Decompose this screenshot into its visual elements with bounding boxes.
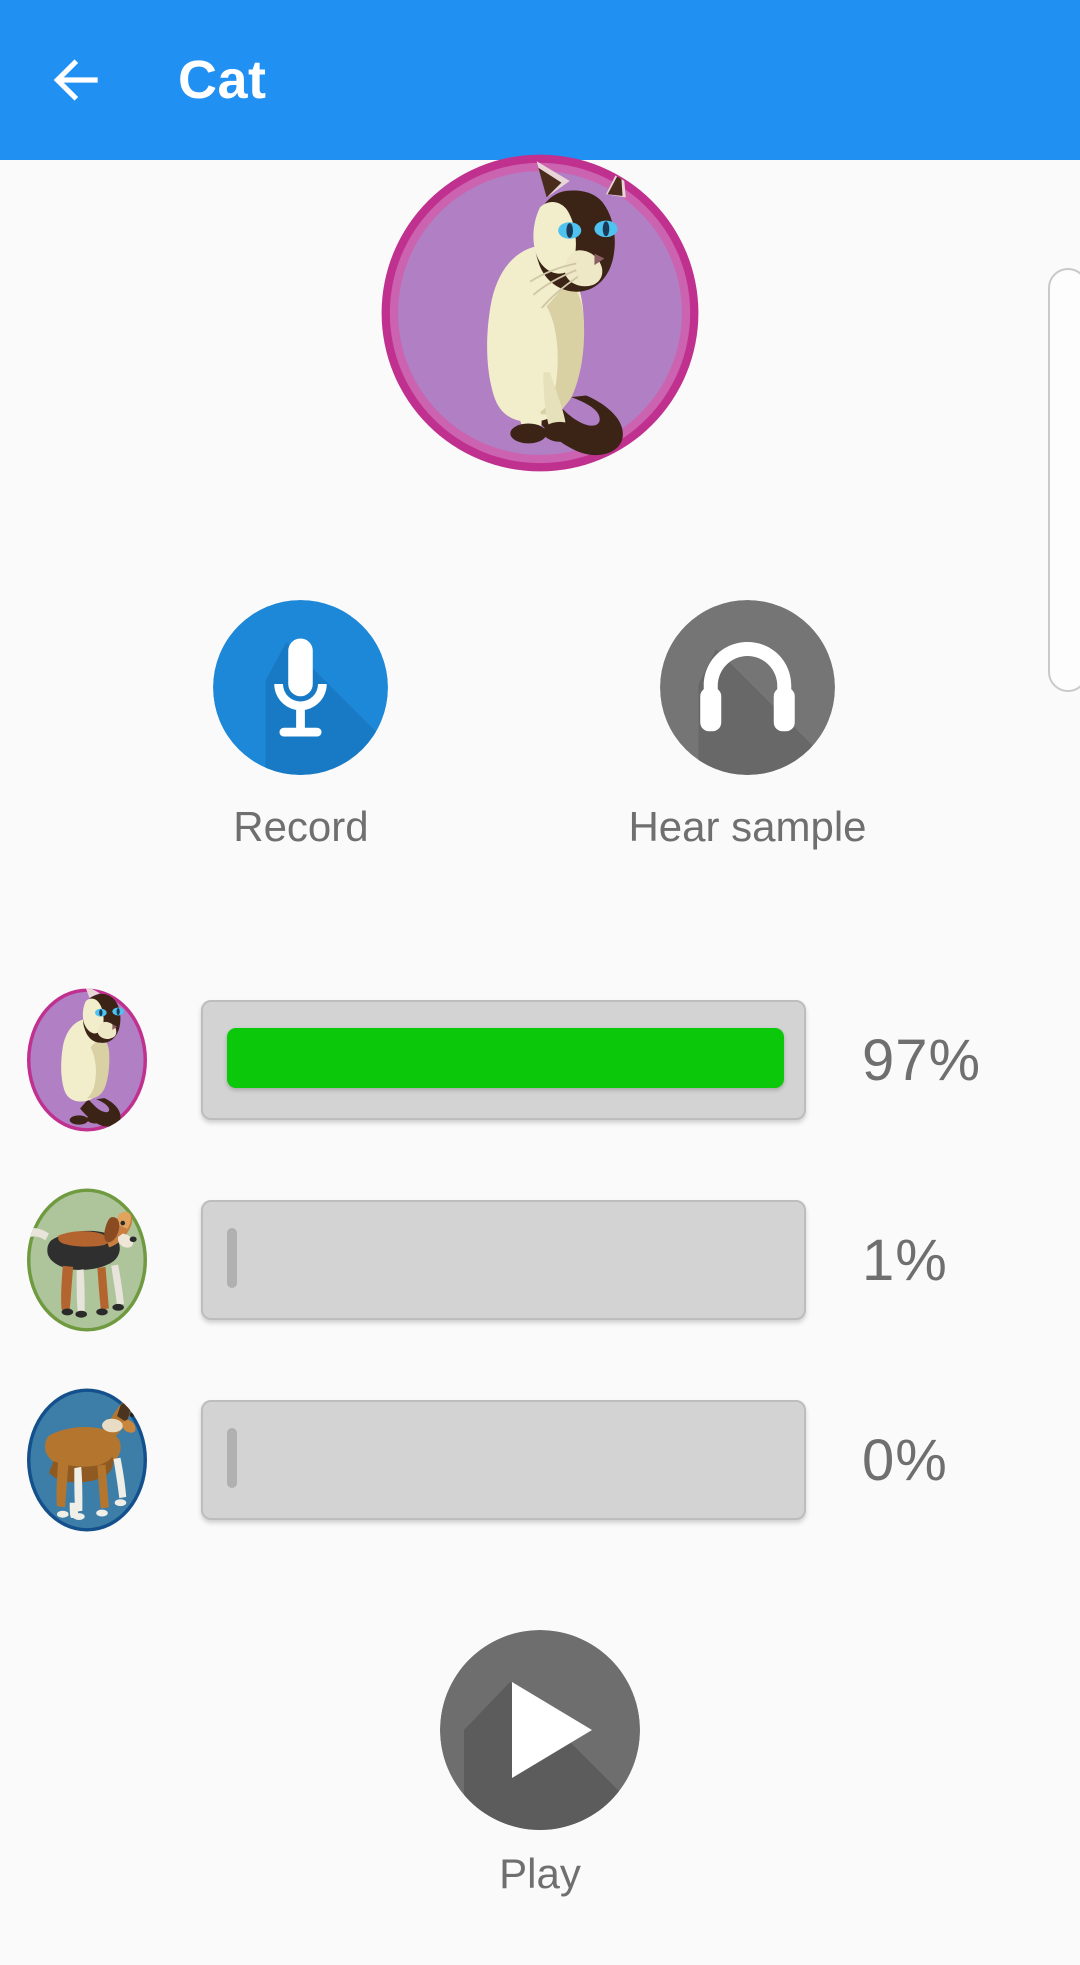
dog-avatar-icon <box>27 1188 147 1332</box>
back-button[interactable] <box>22 25 132 135</box>
record-label: Record <box>233 803 369 850</box>
progress-track-goat[interactable] <box>201 1400 806 1520</box>
play-triangle-icon <box>440 1630 640 1830</box>
app-bar: Cat <box>0 0 1080 160</box>
play-button[interactable] <box>440 1630 640 1830</box>
goat-avatar-icon <box>27 1388 147 1532</box>
table-row: 0% <box>0 1360 1080 1560</box>
hear-sample-button[interactable] <box>659 600 835 775</box>
progress-fill-cat <box>227 1028 784 1088</box>
hear-sample-action: Hear sample <box>628 600 867 851</box>
hear-sample-label: Hear sample <box>628 803 867 850</box>
record-button[interactable] <box>213 600 389 775</box>
page-title: Cat <box>178 50 267 110</box>
percent-label-goat: 0% <box>862 1427 948 1493</box>
cat-avatar-icon <box>381 154 699 472</box>
table-row: 97% <box>0 960 1080 1160</box>
row-avatar-dog[interactable] <box>22 1185 152 1335</box>
row-avatar-cat[interactable] <box>22 985 152 1135</box>
percent-label-dog: 1% <box>862 1227 948 1293</box>
action-buttons-row: Record Hear sample <box>0 600 1080 851</box>
play-action: Play <box>0 1630 1080 1898</box>
record-action: Record <box>213 600 389 851</box>
results-list: 97% 1% 0% <box>0 960 1080 1560</box>
hero-image-container <box>0 148 1080 478</box>
table-row: 1% <box>0 1160 1080 1360</box>
row-avatar-goat[interactable] <box>22 1385 152 1535</box>
progress-track-cat[interactable] <box>201 1000 806 1120</box>
arrow-left-icon <box>53 59 98 101</box>
headphones-icon <box>659 600 835 775</box>
app-screen: Cat Record Hear sample 97% 1% 0% Play <box>0 0 1080 1965</box>
play-label: Play <box>499 1850 581 1897</box>
cat-avatar-icon <box>27 988 147 1132</box>
progress-fill-dog <box>227 1228 237 1288</box>
progress-track-dog[interactable] <box>201 1200 806 1320</box>
percent-label-cat: 97% <box>862 1027 982 1093</box>
microphone-icon <box>213 600 389 775</box>
progress-fill-goat <box>227 1428 237 1488</box>
